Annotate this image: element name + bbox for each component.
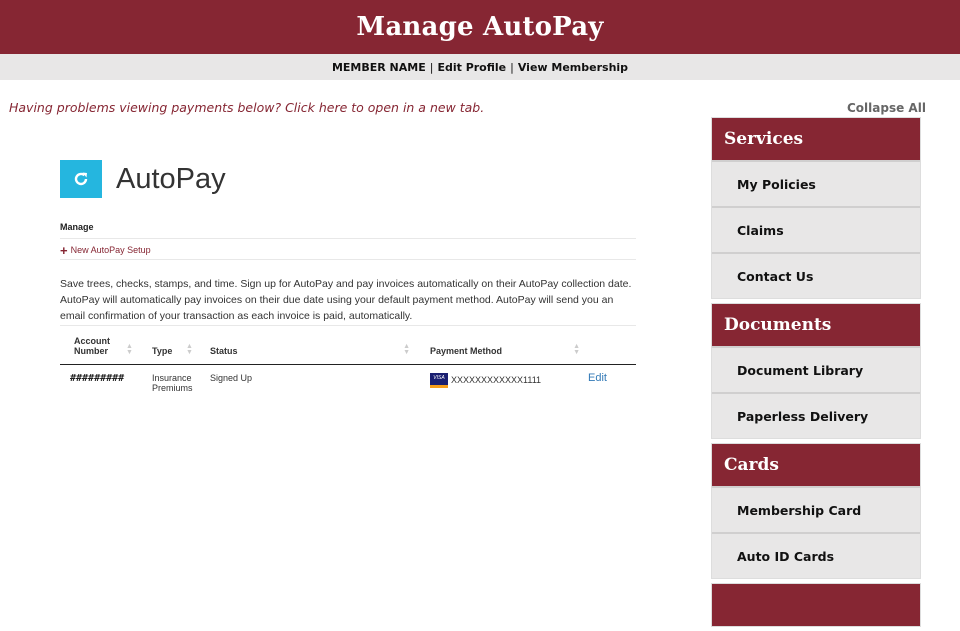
sidebar-item-membership-card[interactable]: Membership Card [712,486,920,532]
autopay-status: Signed Up [210,373,253,383]
autopay-heading: AutoPay [116,162,226,195]
column-payment-method[interactable]: Payment Method ▲ ▼ [414,326,584,365]
manage-label: Manage [60,222,636,239]
sidebar-group-services: Services My Policies Claims Contact Us [711,117,921,299]
plus-icon: + [60,242,68,258]
visa-card-icon: VISA [430,373,448,388]
table-header-row: Account Number ▲ ▼ Type ▲ ▼ Status ▲ ▼ Payment… [60,326,636,365]
sidebar-item-claims[interactable]: Claims [712,206,920,252]
sidebar-item-document-library[interactable]: Document Library [712,346,920,392]
sort-icon[interactable]: ▲ ▼ [186,343,193,356]
sidebar-header-next[interactable] [712,584,920,626]
member-nav: MEMBER NAME | Edit Profile | View Member… [0,54,960,80]
collapse-all-button[interactable]: Collapse All [847,101,926,115]
member-name: MEMBER NAME [331,60,426,74]
sort-icon[interactable]: ▲ ▼ [126,343,133,356]
sidebar-group-cards: Cards Membership Card Auto ID Cards [711,443,921,579]
sidebar-header-documents[interactable]: Documents [712,304,920,346]
autopay-table: Account Number ▲ ▼ Type ▲ ▼ Status ▲ ▼ Payment… [60,326,636,401]
account-number: ######### [70,373,125,384]
sidebar-item-auto-id-cards[interactable]: Auto ID Cards [712,532,920,578]
sidebar-header-cards[interactable]: Cards [712,444,920,486]
sidebar-item-paperless-delivery[interactable]: Paperless Delivery [712,392,920,438]
sidebar-item-my-policies[interactable]: My Policies [712,160,920,206]
page-title: Manage AutoPay [356,12,604,42]
sidebar: Services My Policies Claims Contact Us D… [711,117,921,631]
account-type: Insurance Premiums [152,373,193,393]
edit-autopay-link[interactable]: Edit [588,372,607,384]
sidebar-header-services[interactable]: Services [712,118,920,160]
sort-icon[interactable]: ▲ ▼ [403,343,410,356]
column-status[interactable]: Status ▲ ▼ [206,326,414,365]
edit-profile-link[interactable]: Edit Profile [437,61,506,74]
separator: | [429,60,434,74]
view-membership-link[interactable]: View Membership [518,61,628,74]
column-actions [584,326,636,365]
table-row: ######### Insurance Premiums Signed Up V… [60,365,636,402]
new-autopay-setup-label: New AutoPay Setup [70,245,151,255]
card-number: XXXXXXXXXXXX1111 [451,374,542,385]
payment-method: VISA XXXXXXXXXXXX1111 [414,365,584,402]
autopay-description: Save trees, checks, stamps, and time. Si… [60,276,636,326]
sidebar-item-contact-us[interactable]: Contact Us [712,252,920,298]
page-header: Manage AutoPay [0,0,960,54]
separator: | [510,60,514,74]
column-account-number[interactable]: Account Number ▲ ▼ [60,326,148,365]
autopay-panel: AutoPay Manage + New AutoPay Setup Save … [60,160,636,401]
autopay-title-row: AutoPay [60,160,636,198]
sort-icon[interactable]: ▲ ▼ [573,343,580,356]
column-type[interactable]: Type ▲ ▼ [148,326,206,365]
new-autopay-setup-link[interactable]: + New AutoPay Setup [60,239,636,260]
sidebar-group-documents: Documents Document Library Paperless Del… [711,303,921,439]
sidebar-group-next [711,583,921,627]
refresh-icon [60,160,102,198]
open-new-tab-link[interactable]: Having problems viewing payments below? … [9,100,484,115]
